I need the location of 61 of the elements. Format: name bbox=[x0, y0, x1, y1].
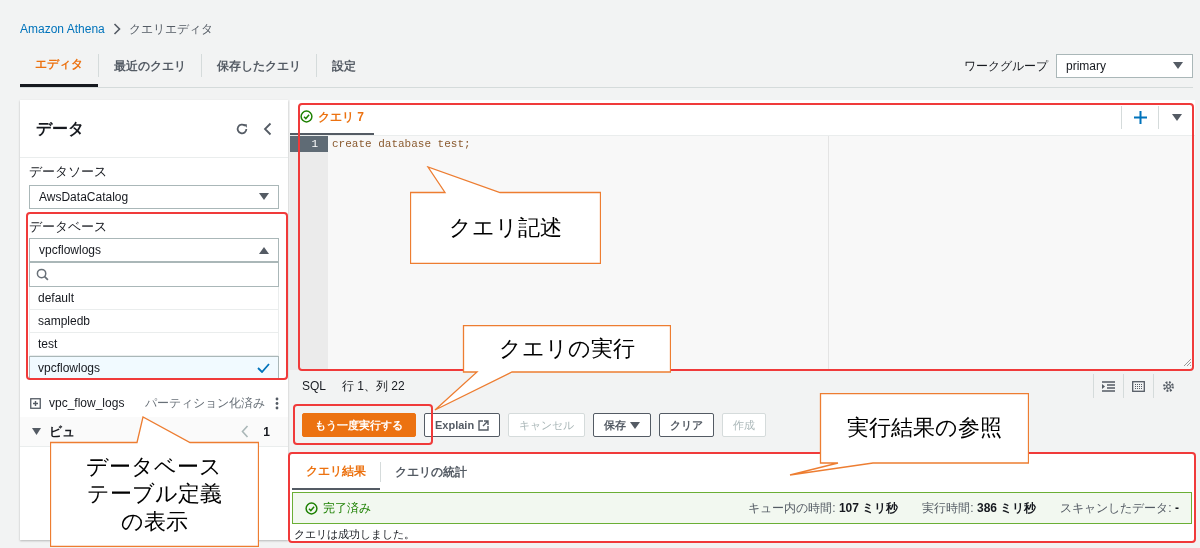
dropdown-option[interactable]: default bbox=[29, 287, 279, 310]
search-icon bbox=[36, 268, 49, 281]
expanded-caret-icon[interactable] bbox=[32, 428, 41, 435]
search-field[interactable] bbox=[29, 262, 279, 287]
action-button[interactable]: クリア bbox=[659, 413, 715, 437]
external-link-icon bbox=[478, 419, 490, 431]
metric-label: キュー内の時間: bbox=[748, 501, 836, 515]
action-button[interactable]: 保存 bbox=[593, 413, 652, 437]
field-label: データソース bbox=[29, 163, 108, 181]
panel-title: データ bbox=[36, 118, 85, 139]
status-text: 完了済み bbox=[323, 500, 371, 517]
settings-icon[interactable] bbox=[1162, 379, 1175, 393]
keyboard-icon[interactable] bbox=[1132, 380, 1145, 392]
callout-text: クエリの実行 bbox=[499, 334, 635, 363]
refresh-icon[interactable] bbox=[235, 121, 249, 136]
data-source-select[interactable]: AwsDataCatalog bbox=[29, 184, 279, 209]
metric-label: スキャンしたデータ: bbox=[1060, 501, 1172, 515]
language-label: SQL bbox=[302, 378, 326, 395]
more-icon[interactable] bbox=[275, 396, 279, 410]
cursor-position: 行 1、列 22 bbox=[342, 378, 405, 395]
caret-up-icon bbox=[259, 246, 269, 254]
result-message: クエリは成功しました。 bbox=[294, 528, 415, 540]
caret-down-icon bbox=[630, 421, 641, 429]
breadcrumb-current: クエリエディタ bbox=[128, 21, 213, 38]
code-line: create database test; bbox=[332, 138, 471, 150]
metric-value: 386 ミリ秒 bbox=[976, 501, 1037, 515]
breadcrumb-separator-icon bbox=[112, 23, 121, 35]
line-number: 1 bbox=[290, 136, 328, 152]
caret-down-icon bbox=[259, 193, 269, 200]
success-icon bbox=[305, 501, 318, 515]
caret-down-icon bbox=[1173, 62, 1183, 69]
add-icon bbox=[1133, 111, 1147, 124]
metric-label: 実行時間: bbox=[922, 501, 974, 515]
check-icon bbox=[257, 362, 270, 373]
dropdown-option[interactable]: sampledb bbox=[29, 310, 279, 333]
success-icon bbox=[300, 110, 313, 123]
workgroup-select[interactable]: primary bbox=[1056, 53, 1193, 78]
tab[interactable]: 設定 bbox=[317, 44, 371, 87]
collapse-icon[interactable] bbox=[263, 121, 272, 136]
action-button[interactable]: Explain bbox=[424, 413, 501, 437]
tab[interactable]: 最近のクエリ bbox=[99, 44, 201, 87]
workgroup-label: ワークグループ bbox=[964, 57, 1048, 75]
field-label: データベース bbox=[29, 217, 108, 236]
metric-value: 107 ミリ秒 bbox=[838, 501, 899, 515]
callout-text: データベーステーブル定義の表示 bbox=[85, 452, 224, 536]
database-select[interactable]: vpcflowlogs bbox=[29, 238, 279, 262]
tab[interactable]: 保存したクエリ bbox=[202, 44, 316, 87]
resize-handle-icon[interactable] bbox=[1183, 358, 1192, 367]
dropdown-option[interactable]: vpcflowlogs bbox=[29, 356, 279, 379]
tab[interactable]: クエリの統計 bbox=[381, 454, 481, 490]
expand-icon[interactable] bbox=[30, 397, 41, 409]
caret-down-icon bbox=[1172, 114, 1182, 121]
indent-icon[interactable] bbox=[1102, 380, 1115, 392]
callout-text: 実行結果の参照 bbox=[846, 414, 1002, 442]
table-note: パーティション化済み bbox=[145, 395, 265, 412]
breadcrumb-link[interactable]: Amazon Athena bbox=[20, 20, 105, 38]
section-title: ビュ bbox=[49, 422, 75, 441]
page-number: 1 bbox=[263, 423, 270, 441]
callout-text: クエリ記述 bbox=[449, 214, 562, 242]
metric-value: - bbox=[1175, 501, 1179, 515]
table-name[interactable]: vpc_flow_logs bbox=[49, 394, 125, 412]
